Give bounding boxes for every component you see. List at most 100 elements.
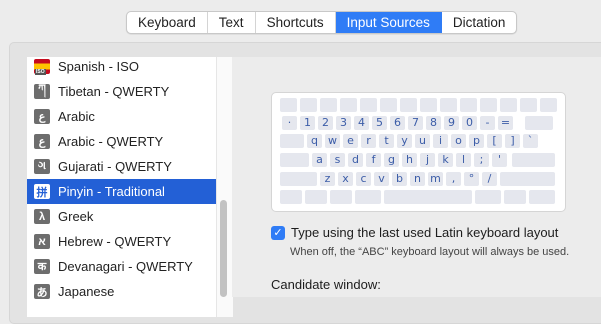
- greek-script-icon: λ: [34, 209, 50, 224]
- return-key: [512, 153, 555, 167]
- source-item-label: Tibetan - QWERTY: [58, 84, 170, 99]
- key: g: [384, 153, 399, 167]
- list-scrollbar-thumb[interactable]: [220, 200, 227, 297]
- source-item-gujarati-qwerty[interactable]: ગ Gujarati - QWERTY: [27, 154, 216, 179]
- source-item-label: Greek: [58, 209, 94, 224]
- source-item-label: Hebrew - QWERTY: [58, 234, 172, 249]
- pinyin-grid-icon: 拼: [34, 184, 50, 199]
- key: p: [469, 134, 484, 148]
- key: e: [343, 134, 358, 148]
- function-key: [540, 98, 557, 112]
- key: 0: [462, 116, 477, 130]
- source-item-greek[interactable]: λ Greek: [27, 204, 216, 229]
- source-item-label: Arabic - QWERTY: [58, 134, 164, 149]
- input-source-list[interactable]: Spanish - ISO ཀ Tibetan - QWERTY ع Arabic ع Ar…: [27, 57, 233, 317]
- key: ·: [282, 116, 297, 130]
- function-key: [500, 98, 517, 112]
- key: y: [397, 134, 412, 148]
- key: ;: [474, 153, 489, 167]
- tab-keyboard[interactable]: Keyboard: [127, 12, 208, 33]
- key: `: [523, 134, 538, 148]
- source-item-japanese[interactable]: あ Japanese: [27, 279, 216, 304]
- control-key: [305, 190, 327, 204]
- last-latin-layout-note: When off, the “ABC” keyboard layout will…: [290, 246, 570, 258]
- key: x: [338, 172, 353, 186]
- function-key: [360, 98, 377, 112]
- source-item-arabic-qwerty[interactable]: ع Arabic - QWERTY: [27, 129, 216, 154]
- key: °: [464, 172, 479, 186]
- fn-key: [280, 190, 302, 204]
- key: f: [366, 153, 381, 167]
- source-item-arabic[interactable]: ع Arabic: [27, 104, 216, 129]
- key: 7: [408, 116, 423, 130]
- key: c: [356, 172, 371, 186]
- source-item-label: Gujarati - QWERTY: [58, 159, 172, 174]
- key: s: [330, 153, 345, 167]
- source-item-label: Arabic: [58, 109, 95, 124]
- key: k: [438, 153, 453, 167]
- keyboard-layout-preview: · 1 2 3 4 5 6 7 8 9 0- = q w e r t y u i o p[] ` a s d f g h j k l; ' z x c…: [271, 92, 566, 212]
- key: a: [312, 153, 327, 167]
- gujarati-script-icon: ગ: [34, 159, 50, 174]
- key: 3: [336, 116, 351, 130]
- key: u: [415, 134, 430, 148]
- key: /: [482, 172, 497, 186]
- function-key: [440, 98, 457, 112]
- function-key: [300, 98, 317, 112]
- function-key: [320, 98, 337, 112]
- key: ]: [505, 134, 520, 148]
- key: w: [325, 134, 340, 148]
- option-key: [504, 190, 526, 204]
- key: 2: [318, 116, 333, 130]
- devanagari-script-icon: क: [34, 259, 50, 274]
- space-key: [384, 190, 472, 204]
- key: 6: [390, 116, 405, 130]
- tab-key: [280, 134, 304, 148]
- key: v: [374, 172, 389, 186]
- key: ,: [446, 172, 461, 186]
- option-key: [330, 190, 352, 204]
- tab-shortcuts[interactable]: Shortcuts: [256, 12, 336, 33]
- last-latin-layout-option[interactable]: ✓ Type using the last used Latin keyboar…: [271, 225, 558, 240]
- key: 5: [372, 116, 387, 130]
- last-latin-layout-checkbox[interactable]: ✓: [271, 225, 285, 240]
- key: -: [480, 116, 495, 130]
- arabic-script-icon: ع: [34, 134, 50, 149]
- left-shift-key: [280, 172, 317, 186]
- key: o: [451, 134, 466, 148]
- source-item-hebrew-qwerty[interactable]: א Hebrew - QWERTY: [27, 229, 216, 254]
- key: 8: [426, 116, 441, 130]
- key: t: [379, 134, 394, 148]
- source-item-label: Pinyin - Traditional: [58, 184, 165, 199]
- key: b: [392, 172, 407, 186]
- tab-input-sources[interactable]: Input Sources: [335, 12, 442, 33]
- key: h: [402, 153, 417, 167]
- key: j: [420, 153, 435, 167]
- function-key: [340, 98, 357, 112]
- source-item-tibetan-qwerty[interactable]: ཀ Tibetan - QWERTY: [27, 79, 216, 104]
- key: i: [433, 134, 448, 148]
- caps-lock-key: [280, 153, 309, 167]
- function-key: [280, 98, 297, 112]
- key: r: [361, 134, 376, 148]
- command-key: [355, 190, 381, 204]
- delete-key: [525, 116, 553, 130]
- tab-text[interactable]: Text: [208, 12, 256, 33]
- function-key: [520, 98, 537, 112]
- key: 1: [300, 116, 315, 130]
- key: n: [410, 172, 425, 186]
- key: l: [456, 153, 471, 167]
- source-item-devanagari-qwerty[interactable]: क Devanagari - QWERTY: [27, 254, 216, 279]
- source-item-spanish-iso[interactable]: Spanish - ISO: [27, 57, 216, 79]
- key: [: [487, 134, 502, 148]
- hebrew-script-icon: א: [34, 234, 50, 249]
- key: 9: [444, 116, 459, 130]
- last-latin-layout-label[interactable]: Type using the last used Latin keyboard …: [291, 225, 558, 240]
- function-key: [480, 98, 497, 112]
- source-item-pinyin-traditional[interactable]: 拼 Pinyin - Traditional: [27, 179, 216, 204]
- right-shift-key: [500, 172, 555, 186]
- tab-dictation[interactable]: Dictation: [442, 12, 517, 33]
- command-key: [475, 190, 501, 204]
- key: 4: [354, 116, 369, 130]
- source-item-label: Spanish - ISO: [58, 59, 139, 74]
